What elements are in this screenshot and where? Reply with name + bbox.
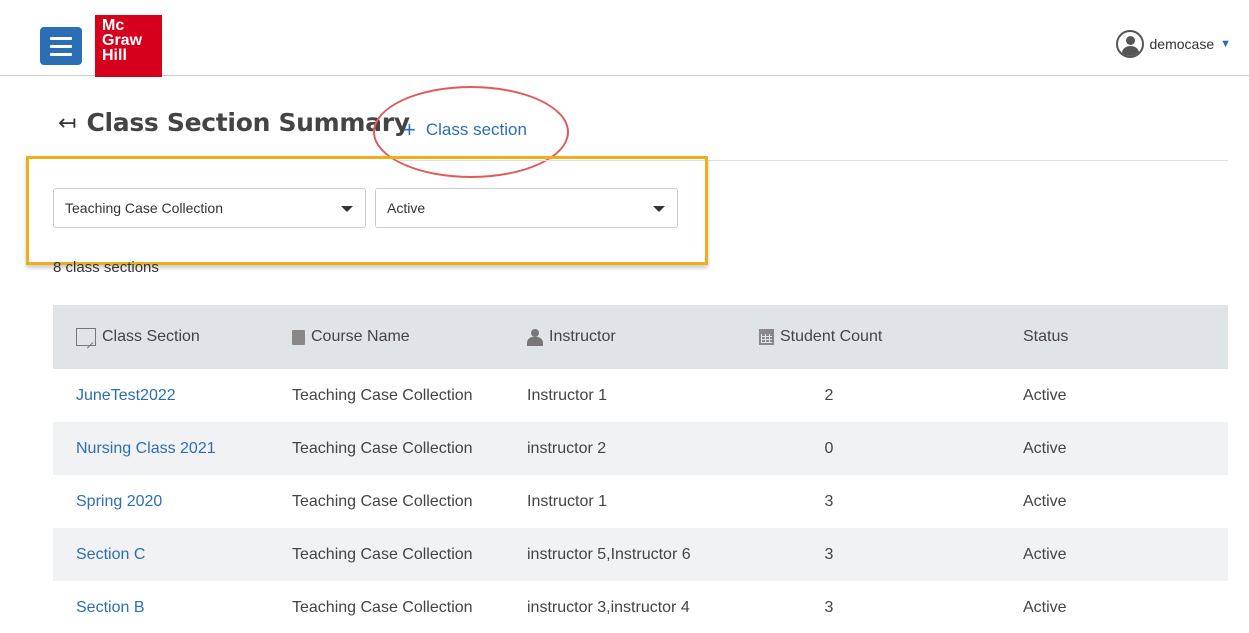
- mcgraw-hill-logo[interactable]: Mc Graw Hill: [95, 15, 162, 77]
- header-label: Course Name: [311, 328, 410, 345]
- class-section-link[interactable]: Section B: [76, 599, 144, 617]
- course-name-cell: Teaching Case Collection: [292, 545, 473, 563]
- table-row: Nursing Class 2021 Teaching Case Collect…: [53, 422, 1228, 475]
- class-section-link[interactable]: Section C: [76, 546, 145, 564]
- class-section-link[interactable]: Spring 2020: [76, 493, 162, 511]
- table-header: Class Section Course Name Instructor Stu…: [53, 305, 1228, 369]
- back-arrow-icon[interactable]: ↤: [58, 111, 76, 134]
- course-name-cell: Teaching Case Collection: [292, 598, 473, 616]
- course-name-cell: Teaching Case Collection: [292, 386, 473, 404]
- status-cell: Active: [1023, 545, 1067, 563]
- header-instructor[interactable]: Instructor: [527, 328, 759, 346]
- top-bar: Mc Graw Hill democase ▼: [0, 0, 1249, 77]
- instructor-cell: Instructor 1: [527, 386, 608, 404]
- class-section-link[interactable]: JuneTest2022: [76, 387, 176, 405]
- page-header: ↤ Class Section Summary: [58, 108, 410, 137]
- avatar-icon: [1115, 30, 1144, 58]
- header-student-count[interactable]: Student Count: [759, 328, 1023, 346]
- header-course-name[interactable]: Course Name: [292, 328, 527, 346]
- instructor-cell: Instructor 1: [527, 492, 608, 510]
- person-icon: [527, 328, 543, 346]
- status-filter-select[interactable]: Active: [375, 188, 678, 228]
- instructor-cell: instructor 5,Instructor 6: [527, 545, 691, 563]
- student-count-cell: 3: [824, 598, 834, 616]
- instructor-cell: instructor 2: [527, 439, 607, 457]
- menu-line-icon: [50, 52, 72, 56]
- course-name-cell: Teaching Case Collection: [292, 492, 473, 510]
- book-icon: [292, 329, 305, 345]
- student-count-cell: 3: [824, 492, 834, 510]
- class-section-link[interactable]: Nursing Class 2021: [76, 440, 216, 458]
- status-filter-value: Active: [387, 200, 426, 216]
- logo-line: Hill: [102, 47, 127, 64]
- caret-down-icon: [341, 206, 353, 212]
- table-row: Section C Teaching Case Collection instr…: [53, 528, 1228, 581]
- caret-down-icon: [653, 206, 665, 212]
- student-count-cell: 2: [824, 386, 834, 404]
- logo-line: Mc: [102, 17, 125, 34]
- table-row: Spring 2020 Teaching Case Collection Ins…: [53, 475, 1228, 528]
- menu-line-icon: [50, 36, 72, 40]
- username: democase: [1149, 36, 1215, 52]
- hamburger-menu-button[interactable]: [40, 27, 82, 65]
- status-cell: Active: [1023, 439, 1067, 457]
- student-count-cell: 3: [824, 545, 834, 563]
- plus-icon: +: [403, 117, 416, 142]
- header-status[interactable]: Status: [1023, 328, 1228, 346]
- class-sections-table: Class Section Course Name Instructor Stu…: [53, 305, 1228, 633]
- table-body: JuneTest2022 Teaching Case Collection In…: [53, 369, 1228, 633]
- menu-line-icon: [50, 44, 72, 48]
- course-filter-select[interactable]: Teaching Case Collection: [53, 188, 366, 228]
- add-class-section-label: Class section: [425, 120, 527, 139]
- status-cell: Active: [1023, 386, 1067, 404]
- header-class-section[interactable]: Class Section: [53, 328, 292, 346]
- instructor-cell: instructor 3,instructor 4: [527, 598, 690, 616]
- status-cell: Active: [1023, 598, 1067, 616]
- course-filter-value: Teaching Case Collection: [65, 200, 223, 216]
- header-label: Class Section: [102, 328, 200, 345]
- class-section-icon: [76, 328, 96, 346]
- student-count-cell: 0: [824, 439, 834, 457]
- course-name-cell: Teaching Case Collection: [292, 439, 473, 457]
- table-row: JuneTest2022 Teaching Case Collection In…: [53, 369, 1228, 422]
- user-menu[interactable]: democase ▼: [1115, 30, 1231, 58]
- chevron-down-icon: ▼: [1220, 38, 1231, 50]
- page-title: Class Section Summary: [86, 108, 410, 137]
- add-class-section-button[interactable]: + Class section: [403, 119, 527, 141]
- section-count: 8 class sections: [53, 259, 159, 276]
- table-row: Section B Teaching Case Collection instr…: [53, 581, 1228, 633]
- logo-line: Graw: [102, 32, 143, 49]
- header-label: Student Count: [780, 328, 883, 345]
- header-label: Status: [1023, 328, 1069, 345]
- status-cell: Active: [1023, 492, 1067, 510]
- calculator-icon: [759, 329, 774, 345]
- header-label: Instructor: [549, 328, 616, 345]
